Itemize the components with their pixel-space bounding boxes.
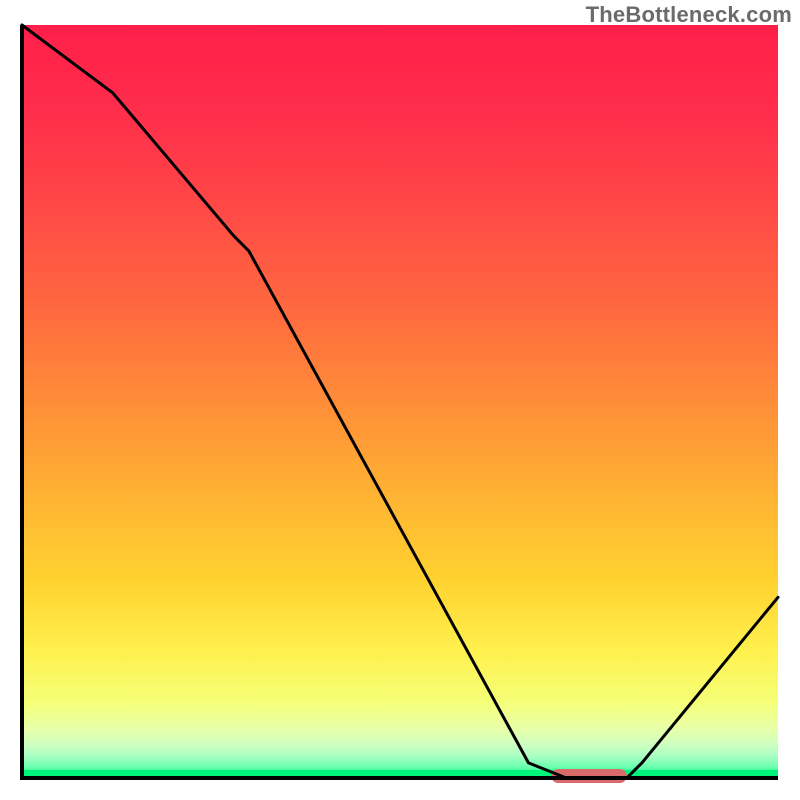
bottleneck-chart <box>0 0 800 800</box>
watermark-text: TheBottleneck.com <box>586 2 792 28</box>
chart-container: TheBottleneck.com <box>0 0 800 800</box>
gradient-background <box>22 25 778 778</box>
